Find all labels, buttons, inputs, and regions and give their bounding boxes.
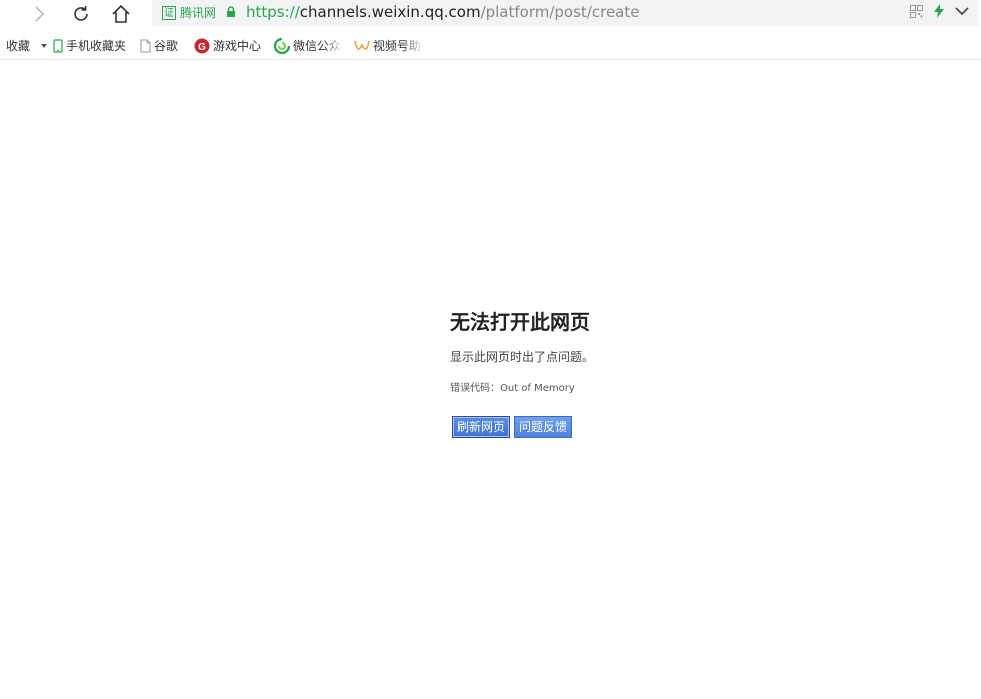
url-scheme: https:// [246, 3, 300, 21]
site-certificate[interactable]: 证 腾讯网 [162, 4, 216, 21]
url-host: channels.weixin.qq.com [299, 3, 481, 21]
forward-button[interactable] [26, 2, 52, 26]
error-panel: 无法打开此网页 显示此网页时出了点问题。 错误代码：Out of Memory … [450, 308, 750, 438]
home-button[interactable] [108, 2, 134, 26]
chevron-down-icon[interactable] [955, 6, 969, 16]
error-description: 显示此网页时出了点问题。 [450, 350, 595, 364]
bookmark-google[interactable]: 谷歌 [140, 37, 178, 54]
bookmark-wechat-mp[interactable]: 微信公众 [274, 37, 344, 54]
certificate-label: 腾讯网 [180, 6, 217, 20]
bookmark-label: 谷歌 [154, 39, 179, 53]
bookmarks-bar: 收藏 手机收藏夹 谷歌 G 游戏中心 微信公众 视频号助 [0, 30, 981, 60]
dropdown-arrow-icon [41, 43, 48, 48]
bookmark-phone-favorites[interactable]: 手机收藏夹 [53, 37, 126, 54]
address-bar-actions [910, 4, 969, 18]
bookmark-game-center[interactable]: G 游戏中心 [194, 37, 261, 54]
bookmark-favorites[interactable]: 收藏 [6, 37, 48, 54]
page-icon [140, 39, 151, 53]
error-actions: 刷新网页 问题反馈 [452, 416, 573, 438]
reload-button[interactable] [68, 2, 94, 26]
wechat-mp-icon [274, 37, 290, 54]
certificate-icon: 证 [162, 5, 176, 20]
svg-text:G: G [198, 42, 206, 53]
bookmark-label: 收藏 [6, 39, 31, 53]
lock-icon [227, 6, 235, 17]
bookmark-channels[interactable]: 视频号助 [354, 37, 424, 54]
game-center-icon: G [194, 38, 210, 54]
lightning-icon[interactable] [933, 4, 945, 18]
home-icon [112, 4, 130, 23]
chevron-right-icon [35, 6, 45, 22]
bookmark-label: 手机收藏夹 [66, 39, 127, 53]
feedback-button[interactable]: 问题反馈 [514, 416, 573, 438]
url-path: /platform/post/create [480, 3, 640, 21]
channels-icon [354, 39, 370, 53]
error-code: 错误代码：Out of Memory [450, 383, 575, 394]
phone-icon [53, 38, 63, 53]
error-title: 无法打开此网页 [450, 310, 590, 334]
bookmark-label: 视频号助 [373, 39, 422, 53]
refresh-button[interactable]: 刷新网页 [452, 416, 511, 438]
address-bar[interactable]: 证 腾讯网 https://channels.weixin.qq.com/pla… [152, 0, 979, 26]
bookmark-label: 微信公众 [293, 39, 342, 53]
bookmark-label: 游戏中心 [213, 39, 262, 53]
url-text[interactable]: https://channels.weixin.qq.com/platform/… [246, 3, 639, 21]
qr-code-icon[interactable] [910, 4, 923, 18]
reload-icon [74, 6, 88, 21]
browser-toolbar: 证 腾讯网 https://channels.weixin.qq.com/pla… [0, 0, 981, 30]
